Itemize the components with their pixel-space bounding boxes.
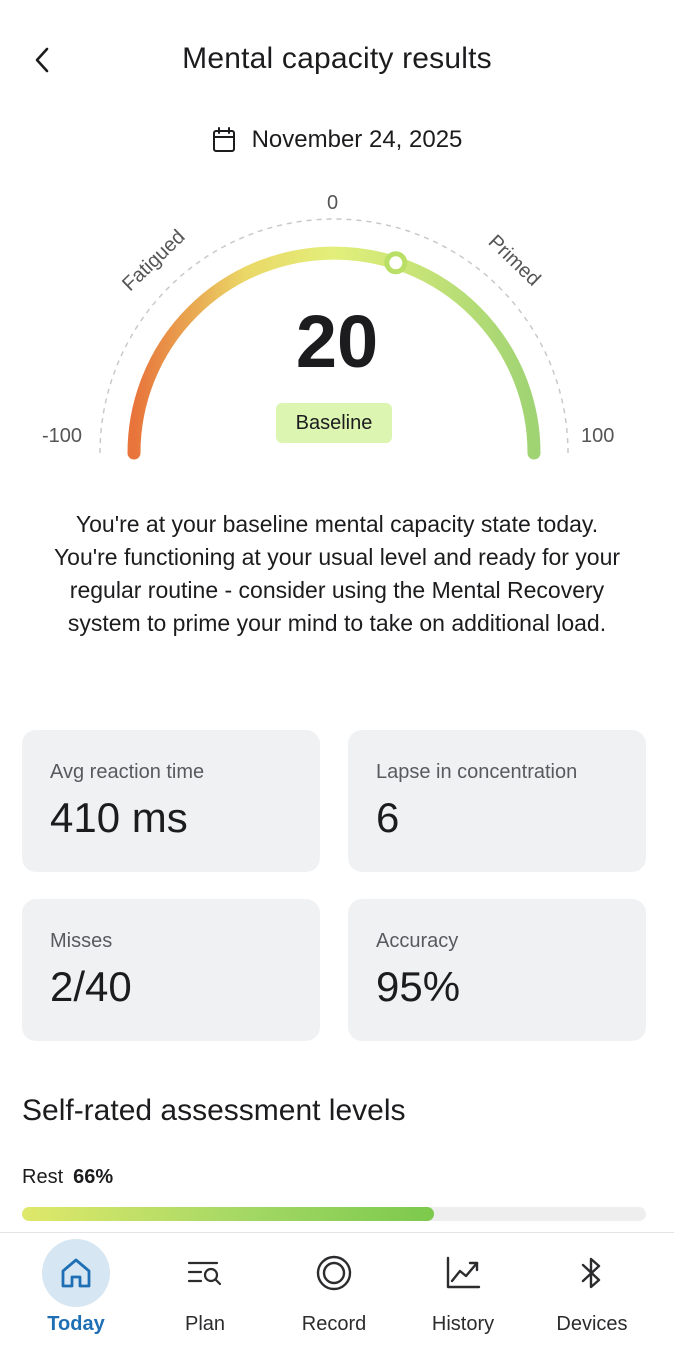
gauge-zone-label-fatigued: Fatigued	[118, 226, 189, 296]
rest-level-label: Rest	[22, 1166, 64, 1188]
capacity-state-badge: Baseline	[276, 403, 392, 443]
stat-value: 95%	[376, 963, 461, 1010]
trend-chart-icon	[446, 1256, 481, 1289]
nav-icon-wrap	[429, 1239, 497, 1307]
nav-label-devices: Devices	[556, 1313, 628, 1335]
calendar-icon	[212, 127, 235, 152]
gauge-score-value: 20	[295, 300, 379, 383]
stat-label: Misses	[50, 930, 113, 952]
stat-label: Lapse in concentration	[376, 761, 578, 783]
stat-card-accuracy: Accuracy 95%	[348, 899, 646, 1041]
gauge-mid-label: 0	[327, 192, 339, 214]
stat-label: Accuracy	[376, 930, 459, 952]
nav-item-plan[interactable]: Plan	[140, 1233, 270, 1358]
nav-label-plan: Plan	[184, 1313, 226, 1335]
result-description: You're at your baseline mental capacity …	[53, 511, 621, 636]
date-row: November 24, 2025	[0, 122, 674, 158]
rest-level-row: Rest 66%	[22, 1166, 113, 1189]
nav-label-today: Today	[47, 1313, 105, 1335]
stat-card-lapse-concentration: Lapse in concentration 6	[348, 730, 646, 872]
nav-item-history[interactable]: History	[398, 1233, 528, 1358]
gauge-max-label: 100	[581, 425, 615, 447]
header: Mental capacity results	[0, 30, 674, 92]
page-title: Mental capacity results	[182, 42, 492, 75]
self-rated-section-title: Self-rated assessment levels	[22, 1094, 406, 1127]
nav-icon-active-background	[42, 1239, 110, 1307]
nav-icon-wrap	[558, 1239, 626, 1307]
bottom-navigation: Today Plan Record History Devices	[0, 1232, 674, 1358]
stat-value: 6	[376, 794, 400, 841]
nav-icon-wrap	[171, 1239, 239, 1307]
mental-capacity-results-screen: Mental capacity results November 24, 202…	[0, 0, 674, 1358]
plan-search-icon	[187, 1261, 222, 1286]
gauge-min-label: -100	[42, 425, 83, 447]
capacity-gauge: Fatigued Primed 0 -100 100 20 Baseline	[0, 185, 674, 465]
nav-item-record[interactable]: Record	[269, 1233, 399, 1358]
nav-item-devices[interactable]: Devices	[527, 1233, 657, 1358]
bluetooth-icon	[581, 1257, 601, 1289]
home-icon	[61, 1258, 91, 1288]
rest-level-percent: 66%	[73, 1166, 114, 1188]
stat-card-misses: Misses 2/40	[22, 899, 320, 1041]
record-icon	[316, 1255, 352, 1291]
stat-value: 2/40	[50, 963, 132, 1010]
stat-card-reaction-time: Avg reaction time 410 ms	[22, 730, 320, 872]
nav-label-record: Record	[301, 1313, 367, 1335]
stat-label: Avg reaction time	[50, 761, 205, 783]
stat-value: 410 ms	[50, 794, 188, 841]
nav-icon-wrap	[300, 1239, 368, 1307]
nav-item-today[interactable]: Today	[11, 1233, 141, 1358]
rest-level-progress-fill	[22, 1207, 434, 1221]
nav-label-history: History	[431, 1313, 495, 1335]
rest-level-progress-track	[22, 1207, 646, 1221]
results-date: November 24, 2025	[251, 126, 463, 153]
gauge-marker	[384, 251, 408, 275]
